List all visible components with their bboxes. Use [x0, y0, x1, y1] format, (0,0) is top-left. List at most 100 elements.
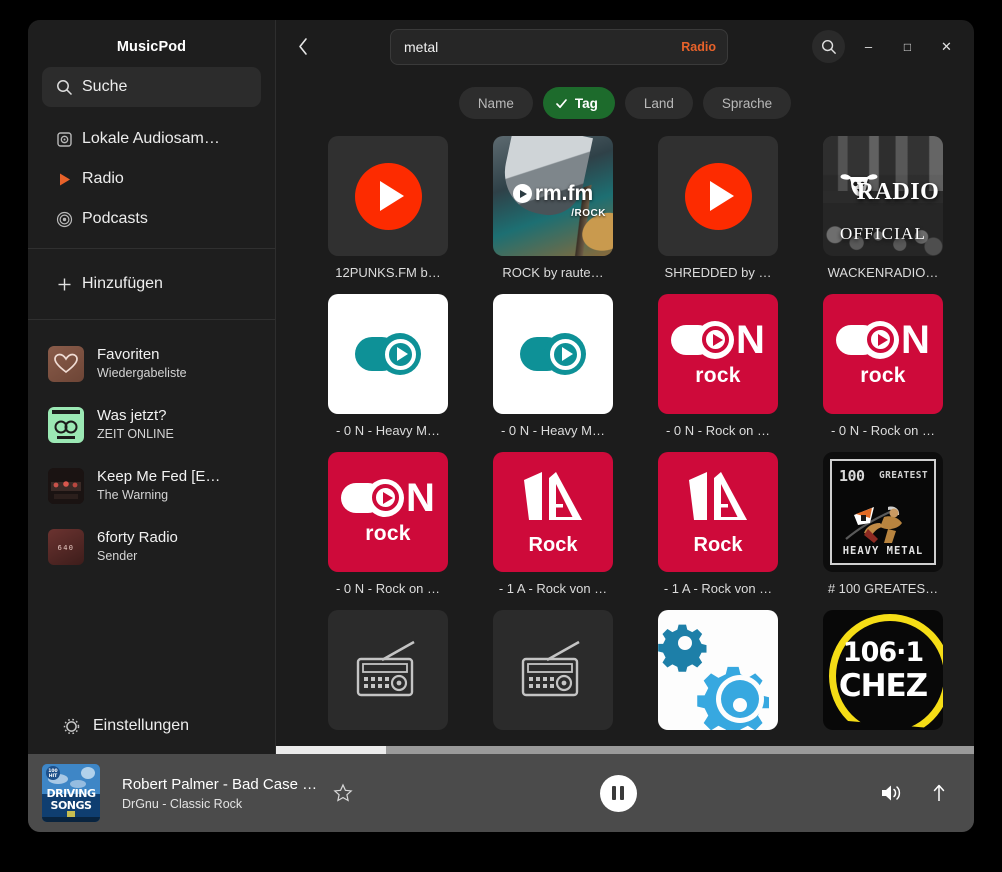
avatar	[48, 467, 84, 504]
maximize-button[interactable]: □	[892, 31, 923, 62]
avatar	[48, 406, 84, 443]
sidebar-add-button[interactable]: Hinzufügen	[42, 264, 261, 304]
filter-chip-tag[interactable]: Tag	[542, 87, 615, 119]
onea-logo-icon	[524, 471, 582, 520]
scrollbar-thumb[interactable]	[276, 746, 386, 754]
station-tile[interactable]: 106·1 CHEZ	[818, 610, 948, 739]
sidebar-item-suche[interactable]: Suche	[42, 67, 261, 107]
player-bar: 100 HIT DRIVING SONGS Robert Palmer - Ba…	[28, 754, 974, 832]
close-button[interactable]: ✕	[931, 31, 962, 62]
app-window: MusicPod Suche Lokale Audiosam… Radio Po…	[28, 20, 974, 832]
app-title: MusicPod	[116, 39, 187, 55]
station-label: - 0 N - Rock on …	[335, 581, 441, 596]
station-tile[interactable]	[323, 610, 453, 739]
sidebar-item-radio[interactable]: Radio	[42, 159, 261, 199]
station-artwork	[493, 294, 613, 414]
arrow-up-icon	[933, 784, 945, 801]
list-item-subtitle: ZEIT ONLINE	[97, 426, 174, 441]
sidebar-item-lokale-audiosammlung[interactable]: Lokale Audiosam…	[42, 119, 261, 159]
station-tile[interactable]: N rock - 0 N - Rock on …	[653, 294, 783, 438]
search-scope-label: Radio	[681, 39, 716, 54]
station-tile[interactable]: Rock - 1 A - Rock von …	[653, 452, 783, 596]
station-label: - 1 A - Rock von …	[498, 581, 608, 596]
maximize-icon: □	[903, 39, 912, 54]
onrock-letter: N	[901, 317, 930, 362]
filter-chip-sprache[interactable]: Sprache	[702, 87, 792, 119]
station-tile[interactable]	[488, 610, 618, 739]
station-label: - 0 N - Heavy M…	[335, 423, 440, 438]
search-button[interactable]	[812, 30, 845, 63]
station-artwork	[493, 610, 613, 730]
wacken-official-text: OFFICIAL	[839, 224, 927, 243]
chez-frequency: 106·1	[842, 637, 924, 668]
station-artwork	[328, 610, 448, 730]
play-pause-button[interactable]	[599, 774, 637, 812]
search-input[interactable]: metal Radio	[390, 28, 728, 65]
sidebar: MusicPod Suche Lokale Audiosam… Radio Po…	[28, 20, 276, 754]
radio-placeholder-icon	[521, 640, 580, 697]
now-playing-artwork[interactable]: 100 HIT DRIVING SONGS	[42, 764, 100, 822]
list-item[interactable]: Keep Me Fed [E… The Warning	[28, 455, 275, 516]
station-tile[interactable]: rm.fm /ROCK ROCK by raute…	[488, 136, 618, 280]
svg-text:HIT: HIT	[49, 773, 58, 779]
volume-button[interactable]	[878, 780, 904, 806]
station-tile[interactable]: Rock - 1 A - Rock von …	[488, 452, 618, 596]
sidebar-item-label: Podcasts	[82, 210, 148, 227]
onrock-word: rock	[365, 521, 411, 545]
station-label: WACKENRADIO…	[827, 265, 939, 280]
station-tile[interactable]	[653, 610, 783, 739]
toggle-play-logo-icon	[520, 333, 586, 375]
back-button[interactable]	[286, 30, 320, 64]
sidebar-item-podcasts[interactable]: Podcasts	[42, 199, 261, 239]
top-bar: metal Radio – □ ✕	[276, 20, 974, 73]
favorite-button[interactable]	[328, 778, 358, 808]
station-tile[interactable]: 100 GREATEST HEAVY METAL # 100 GREATES…	[818, 452, 948, 596]
station-artwork	[328, 294, 448, 414]
search-icon	[56, 79, 82, 96]
speaker-icon	[881, 785, 900, 801]
radio-placeholder-icon	[356, 640, 415, 697]
onrock-word: rock	[860, 363, 906, 387]
horizontal-scrollbar[interactable]	[276, 746, 974, 754]
station-tile[interactable]: 12PUNKS.FM b…	[323, 136, 453, 280]
list-item-title: Keep Me Fed [E…	[97, 468, 221, 485]
onrock-logo-icon: N	[341, 478, 435, 518]
now-playing-meta: Robert Palmer - Bad Case O… DrGnu - Clas…	[122, 776, 318, 811]
minimize-button[interactable]: –	[853, 31, 884, 62]
station-label: ROCK by raute…	[502, 265, 604, 280]
filter-chip-name[interactable]: Name	[458, 87, 533, 119]
station-artwork: RADIO OFFICIAL	[823, 136, 943, 256]
list-item-subtitle: Sender	[97, 548, 138, 563]
rmfm-logo: rm.fm	[493, 182, 613, 206]
filter-chip-label: Sprache	[721, 95, 773, 111]
filter-chip-label: Name	[477, 95, 514, 111]
list-item-text: Was jetzt? ZEIT ONLINE	[97, 407, 174, 442]
station-artwork: Rock	[493, 452, 613, 572]
list-item[interactable]: Was jetzt? ZEIT ONLINE	[28, 394, 275, 455]
station-tile[interactable]: N rock - 0 N - Rock on …	[818, 294, 948, 438]
onrock-letter: N	[736, 317, 765, 362]
station-tile[interactable]: N rock - 0 N - Rock on …	[323, 452, 453, 596]
station-tile[interactable]: - 0 N - Heavy M…	[323, 294, 453, 438]
list-item-text: 6forty Radio Sender	[97, 529, 178, 564]
minimize-icon: –	[864, 39, 873, 54]
list-item[interactable]: Favoriten Wiedergabeliste	[28, 333, 275, 394]
onrock-logo-icon: N	[836, 317, 930, 362]
sidebar-item-einstellungen[interactable]: Einstellungen	[28, 698, 275, 754]
station-label: - 0 N - Rock on …	[830, 423, 936, 438]
station-label: SHREDDED by …	[664, 265, 772, 280]
station-tile[interactable]: SHREDDED by …	[653, 136, 783, 280]
filter-chip-land[interactable]: Land	[624, 87, 693, 119]
list-item-text: Keep Me Fed [E… The Warning	[97, 468, 220, 503]
sidebar-item-label: Suche	[82, 78, 128, 95]
gear-icon	[62, 717, 93, 736]
list-item[interactable]: 640 6forty Radio Sender	[28, 516, 275, 577]
station-tile[interactable]: RADIO OFFICIAL WACKENRADIO…	[818, 136, 948, 280]
station-tile[interactable]: - 0 N - Heavy M…	[488, 294, 618, 438]
station-grid: 12PUNKS.FM b… rm.fm /ROCK ROCK by raute…	[276, 136, 974, 739]
warrior-icon	[845, 506, 902, 543]
queue-button[interactable]	[926, 780, 952, 806]
station-grid-scroll: 12PUNKS.FM b… rm.fm /ROCK ROCK by raute…	[276, 136, 974, 754]
svg-text:SONGS: SONGS	[51, 799, 93, 812]
radio-play-icon	[56, 171, 82, 188]
